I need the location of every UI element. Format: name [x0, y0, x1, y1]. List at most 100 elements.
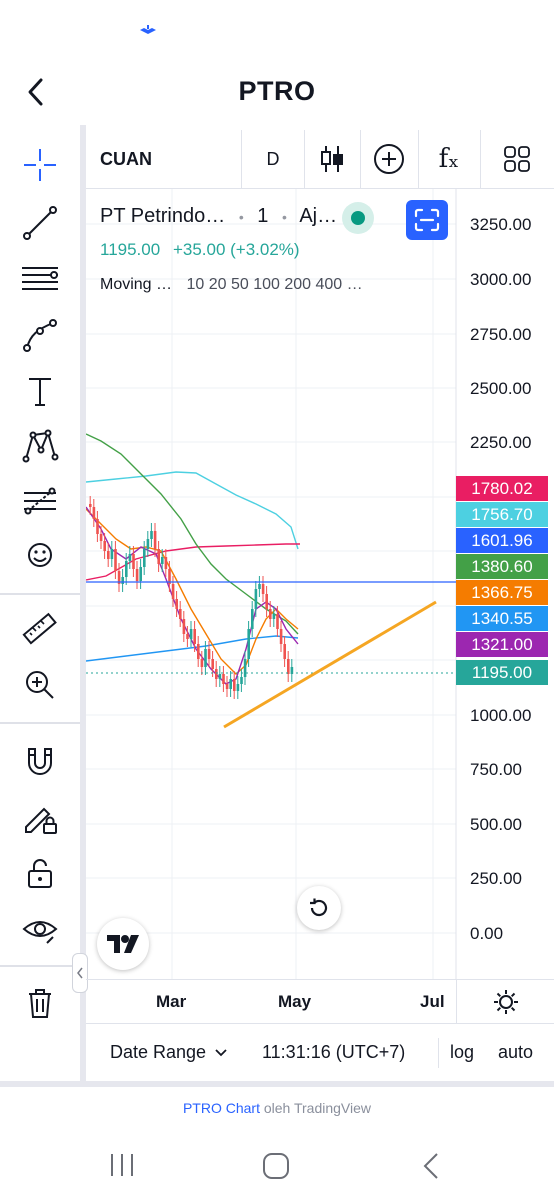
- candle-body: [143, 549, 146, 567]
- page-title: PTRO: [238, 76, 316, 106]
- price-tag-horizontal-line: 1601.96: [456, 528, 548, 553]
- log-scale-toggle[interactable]: log: [450, 1042, 474, 1063]
- candle-body: [164, 557, 168, 569]
- price-tag-ma-100: 1380.60: [456, 554, 548, 579]
- back-nav-icon[interactable]: [420, 1152, 442, 1180]
- text-tool[interactable]: [16, 369, 64, 413]
- trash-icon: [29, 989, 51, 1018]
- pattern-tool[interactable]: [16, 423, 64, 467]
- time-axis[interactable]: Mar May Jul: [86, 979, 554, 1024]
- y-axis-label: 2500.00: [470, 379, 532, 398]
- legend-exchange: Aj…: [299, 205, 338, 227]
- brush-tool[interactable]: [16, 313, 64, 357]
- tradingview-logo-button[interactable]: [97, 918, 149, 970]
- delete-drawings-tool[interactable]: [16, 981, 64, 1025]
- chart-type-button[interactable]: [304, 130, 361, 188]
- candle-body: [225, 684, 229, 689]
- reset-chart-button[interactable]: [297, 886, 341, 930]
- candle-body: [233, 679, 236, 691]
- candle-body: [186, 634, 189, 639]
- toolbar-divider: [0, 965, 80, 967]
- price-tag-ma-200: 1780.02: [456, 476, 548, 501]
- trend-line-tool[interactable]: [16, 201, 64, 245]
- candle-body: [96, 519, 99, 534]
- chevron-left-small-icon: [77, 967, 83, 979]
- lock-drawing-tool[interactable]: [16, 795, 64, 839]
- candle-body: [103, 541, 106, 551]
- legend-symbol-row[interactable]: PT Petrindo… • 1 • Aj…: [100, 205, 337, 228]
- candle-body: [222, 674, 225, 684]
- candle-body: [269, 609, 272, 619]
- magnet-icon: [28, 748, 52, 775]
- forecast-tool[interactable]: [16, 479, 64, 523]
- pattern-icon: [22, 429, 59, 463]
- layout-button[interactable]: [480, 130, 554, 188]
- lock-all-tool[interactable]: [16, 851, 64, 895]
- candle-body: [254, 589, 258, 609]
- compare-symbol-button[interactable]: [360, 130, 419, 188]
- emoji-tool[interactable]: [16, 533, 64, 577]
- tradingview-logo-icon: [107, 935, 139, 953]
- status-bar: [0, 0, 554, 60]
- candle-body: [146, 539, 150, 549]
- date-range-label: Date Range: [110, 1042, 207, 1062]
- y-axis-label: 3000.00: [470, 270, 532, 289]
- candle-body: [279, 629, 283, 644]
- chevron-down-icon: [215, 1048, 227, 1056]
- candle-body: [215, 669, 218, 679]
- x-axis-label: Mar: [156, 992, 187, 1011]
- path-icon: [23, 319, 57, 352]
- market-status-indicator[interactable]: [342, 202, 374, 234]
- indicators-button[interactable]: fₓ: [418, 130, 481, 188]
- timezone-button[interactable]: 11:31:16 (UTC+7): [262, 1042, 405, 1063]
- legend-price: 1195.00: [100, 240, 161, 259]
- candle-body: [247, 629, 250, 659]
- candle-body: [236, 684, 240, 691]
- attribution: PTRO Chart oleh TradingView: [0, 1100, 554, 1116]
- candle-body: [258, 584, 261, 589]
- sun-settings-icon: [494, 990, 518, 1014]
- chart-settings-button[interactable]: [456, 980, 554, 1024]
- legend-indicator-row[interactable]: Moving … 10 20 50 100 200 400 …: [100, 276, 363, 294]
- trendline[interactable]: [223, 600, 437, 729]
- candle-body: [121, 577, 124, 584]
- date-range-button[interactable]: Date Range: [110, 1042, 228, 1063]
- crosshair-tool[interactable]: [16, 143, 64, 187]
- candle-body: [128, 554, 132, 561]
- zoom-tool[interactable]: [16, 663, 64, 707]
- fib-retracement-icon: [22, 267, 58, 290]
- indicator-params: 10 20 50 100 200 400 …: [186, 276, 363, 293]
- candle-body: [175, 599, 178, 609]
- magnet-tool[interactable]: [16, 739, 64, 783]
- candle-body: [107, 551, 110, 559]
- toolbar-divider: [0, 722, 80, 724]
- notification-icon: [140, 25, 156, 34]
- price-tag-ma-10: 1321.00: [456, 632, 548, 657]
- auto-scale-toggle[interactable]: auto: [498, 1042, 533, 1063]
- price-tag-ma-400: 1756.70: [456, 502, 548, 527]
- y-axis-label: 2250.00: [470, 433, 532, 452]
- candle-body: [135, 569, 139, 581]
- candle-body: [218, 674, 222, 679]
- legend-interval: 1: [257, 205, 269, 227]
- smiley-icon: [28, 543, 52, 567]
- candlestick-icon: [321, 146, 343, 172]
- y-axis-label: 2750.00: [470, 325, 532, 344]
- attribution-link[interactable]: PTRO Chart: [183, 1100, 260, 1116]
- interval-button[interactable]: D: [242, 130, 305, 188]
- legend-dot: •: [281, 209, 287, 225]
- fib-retracement-tool[interactable]: [16, 257, 64, 301]
- drawing-toolbar: [0, 125, 80, 1085]
- symbol-search-button[interactable]: CUAN: [86, 130, 242, 188]
- measure-tool[interactable]: [16, 607, 64, 651]
- candle-body: [240, 677, 243, 684]
- recent-apps-icon[interactable]: [108, 1152, 136, 1178]
- home-icon[interactable]: [262, 1152, 290, 1180]
- hide-drawings-tool[interactable]: [16, 907, 64, 951]
- candle-body: [204, 649, 207, 667]
- candlesticks: [89, 496, 294, 699]
- candle-body: [265, 594, 268, 609]
- fullscreen-button[interactable]: [406, 200, 448, 240]
- price-tag-last-price: 1195.00: [456, 660, 548, 685]
- grid-icon: [504, 146, 530, 172]
